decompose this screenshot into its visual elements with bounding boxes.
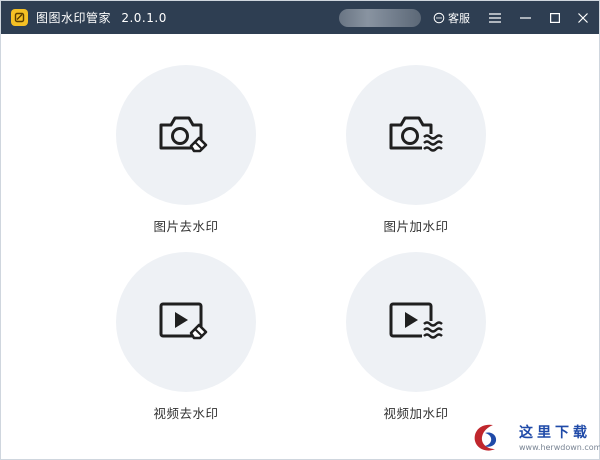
app-logo-icon xyxy=(11,9,28,26)
remove-image-watermark-tile[interactable]: 图片去水印 xyxy=(116,65,256,240)
user-avatar[interactable] xyxy=(339,9,421,27)
remove-video-watermark-tile[interactable]: 视频去水印 xyxy=(116,252,256,427)
tile-circle[interactable] xyxy=(346,252,486,392)
video-eraser-icon xyxy=(159,302,208,340)
menu-button[interactable] xyxy=(480,1,510,34)
menu-icon xyxy=(489,12,501,23)
app-title: 图图水印管家 2.0.1.0 xyxy=(36,9,167,26)
support-button[interactable]: 客服 xyxy=(433,1,470,34)
close-icon xyxy=(578,12,588,23)
tile-label: 视频加水印 xyxy=(383,406,449,421)
add-image-watermark-tile[interactable]: 图片加水印 xyxy=(346,65,486,240)
close-button[interactable] xyxy=(568,1,598,34)
camera-waves-icon xyxy=(389,116,443,152)
support-label: 客服 xyxy=(448,11,470,25)
camera-eraser-icon xyxy=(159,116,208,153)
app-name: 图图水印管家 xyxy=(36,11,112,25)
tile-label: 视频去水印 xyxy=(153,406,219,421)
add-video-watermark-tile[interactable]: 视频加水印 xyxy=(346,252,486,427)
maximize-button[interactable] xyxy=(540,1,570,34)
tile-circle[interactable] xyxy=(116,252,256,392)
chat-icon xyxy=(433,12,445,23)
app-version: 2.0.1.0 xyxy=(121,11,167,25)
tile-circle[interactable] xyxy=(346,65,486,205)
site-watermark-logo-icon xyxy=(474,424,497,451)
tile-circle[interactable] xyxy=(116,65,256,205)
video-waves-icon xyxy=(389,302,443,339)
app-window: 图图水印管家 2.0.1.0 客服 图片去水印 图片加水印 视频去水印 视频加水… xyxy=(0,0,600,460)
title-bar[interactable]: 图图水印管家 2.0.1.0 客服 xyxy=(1,1,599,34)
maximize-icon xyxy=(550,12,560,23)
tile-label: 图片去水印 xyxy=(153,219,219,234)
tile-label: 图片加水印 xyxy=(383,219,449,234)
site-watermark-text: 这里下载 xyxy=(519,425,591,441)
site-watermark-url: www.herwdown.com xyxy=(519,443,600,452)
minimize-icon xyxy=(519,16,531,19)
minimize-button[interactable] xyxy=(510,1,540,34)
